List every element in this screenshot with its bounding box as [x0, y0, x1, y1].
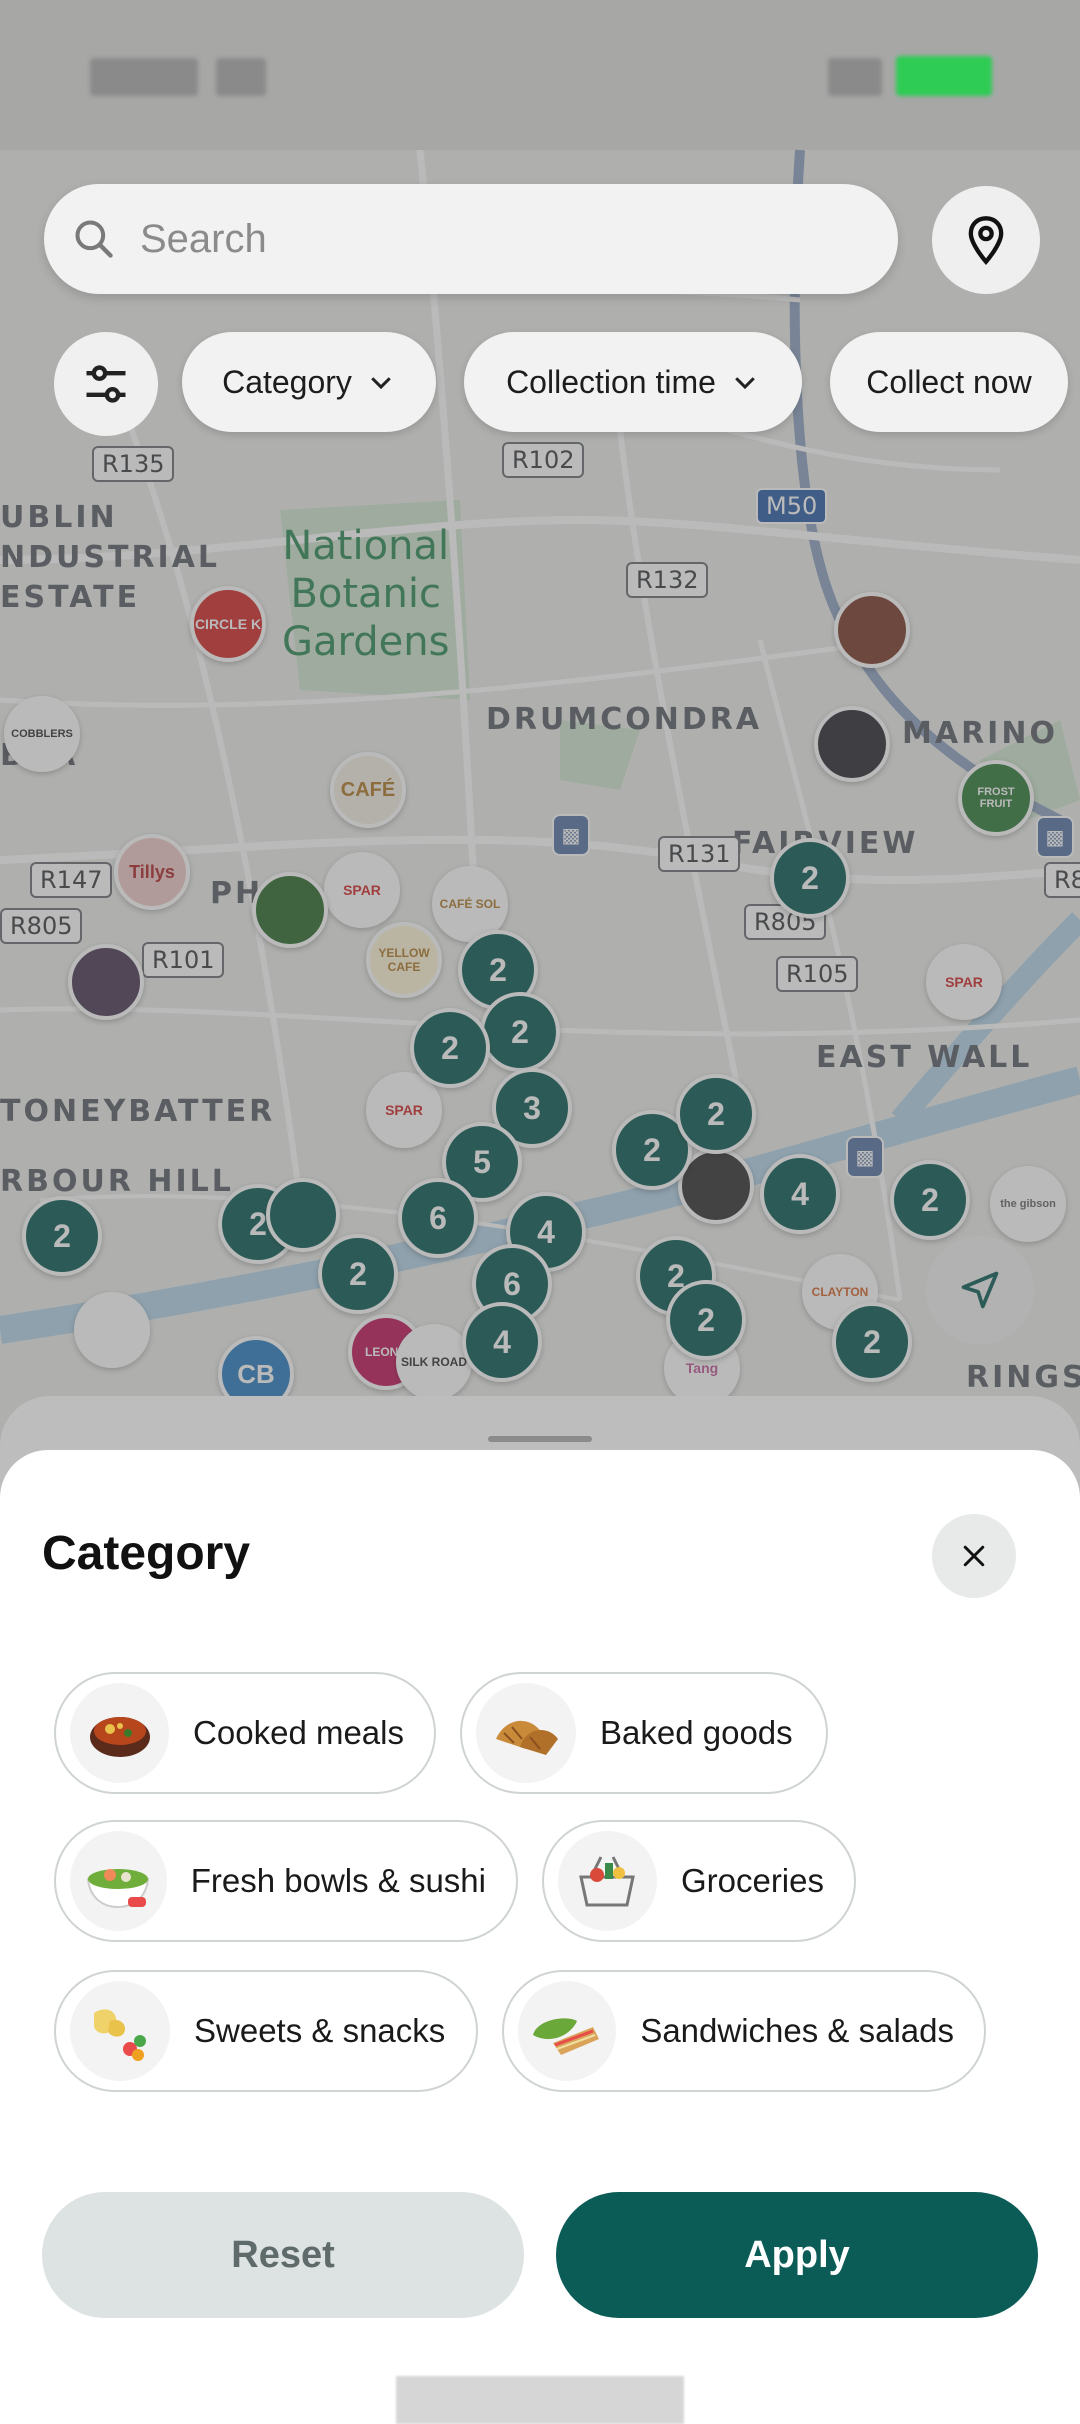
category-chip-label: Category: [222, 363, 352, 400]
grocery-basket-icon: [558, 1831, 657, 1931]
category-option-baked-goods[interactable]: Baked goods: [460, 1672, 828, 1794]
collect-now-chip-label: Collect now: [866, 363, 1032, 400]
sushi-bowl-icon: [70, 1831, 167, 1931]
reset-button[interactable]: Reset: [42, 2192, 524, 2318]
category-option-cooked-meals[interactable]: Cooked meals: [54, 1672, 436, 1794]
collect-now-chip[interactable]: Collect now: [830, 332, 1068, 432]
chevron-down-icon: [735, 377, 755, 390]
collection-time-chip-label: Collection time: [506, 363, 716, 400]
category-label: Cooked meals: [193, 1714, 404, 1751]
status-icon-blur: [216, 58, 266, 96]
search-placeholder: Search: [140, 216, 267, 261]
search-bar[interactable]: Search: [44, 184, 898, 294]
sheet-drag-handle[interactable]: [488, 1436, 592, 1442]
category-label: Groceries: [680, 1862, 824, 1899]
category-chip[interactable]: Category: [182, 332, 436, 432]
sheet-title: Category: [42, 1527, 251, 1580]
gesture-bar-blur: [396, 2376, 684, 2424]
category-option-fresh-bowls[interactable]: Fresh bowls & sushi: [54, 1820, 518, 1942]
search-icon: [75, 220, 113, 258]
category-label: Sandwiches & salads: [640, 2012, 954, 2049]
apply-button[interactable]: Apply: [556, 2192, 1038, 2318]
status-bar: [0, 0, 1080, 150]
sandwich-icon: [518, 1981, 617, 2081]
location-pin-button[interactable]: [932, 186, 1040, 294]
category-option-groceries[interactable]: Groceries: [542, 1820, 856, 1942]
battery-icon: [896, 56, 992, 96]
baked-goods-icon: [476, 1683, 576, 1783]
chevron-down-icon: [371, 377, 391, 390]
filters-button[interactable]: [54, 332, 158, 436]
category-option-sandwiches-salads[interactable]: Sandwiches & salads: [502, 1970, 986, 2092]
collection-time-chip[interactable]: Collection time: [464, 332, 802, 432]
close-button[interactable]: [932, 1514, 1016, 1598]
status-signal-blur: [828, 58, 882, 96]
snacks-icon: [70, 1981, 170, 2081]
location-pin-icon: [968, 216, 1004, 265]
category-option-sweets-snacks[interactable]: Sweets & snacks: [54, 1970, 478, 2092]
status-time-blur: [90, 58, 198, 96]
close-icon: [963, 1545, 985, 1567]
category-sheet: Category Cooked meals Baked goods Fresh …: [0, 1450, 1080, 2424]
sliders-icon: [86, 365, 126, 403]
category-label: Sweets & snacks: [194, 2012, 446, 2049]
cooked-meal-icon: [70, 1683, 170, 1783]
category-label: Fresh bowls & sushi: [190, 1862, 486, 1899]
category-label: Baked goods: [600, 1714, 793, 1751]
filter-chip-row: Category Collection time Collect now: [0, 332, 1080, 436]
